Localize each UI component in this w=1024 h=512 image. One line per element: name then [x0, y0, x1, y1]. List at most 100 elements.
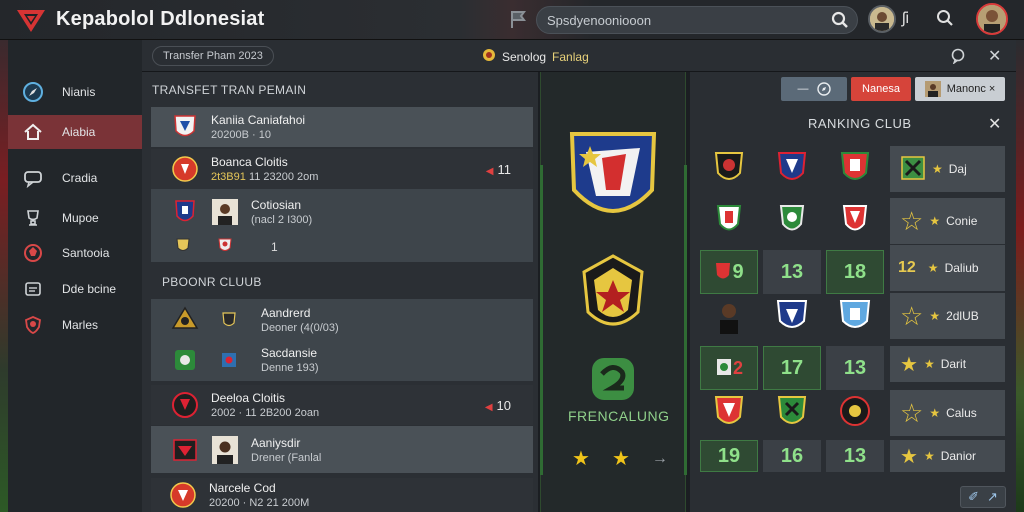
- star-icon: ★: [929, 309, 941, 323]
- club-rank-number: 18: [843, 260, 867, 283]
- club-rank-number: 2: [732, 357, 743, 378]
- club-crest-icon: [777, 152, 807, 180]
- club-cell[interactable]: [763, 390, 821, 434]
- ball-icon: [22, 242, 44, 264]
- club-name: Narcele Cod: [209, 481, 276, 495]
- compass-icon: [816, 82, 831, 96]
- club-cell[interactable]: [700, 294, 758, 338]
- star-icon: ★: [927, 261, 939, 275]
- club-cell[interactable]: [700, 146, 758, 190]
- club-cell[interactable]: [826, 294, 884, 338]
- brand-logo-icon[interactable]: [14, 3, 48, 37]
- club-cell[interactable]: 16: [763, 440, 821, 472]
- club-cell[interactable]: 2: [700, 346, 758, 390]
- player-sub: (nacl 2 I300): [251, 214, 313, 226]
- action-button[interactable]: Nanesa: [851, 77, 911, 101]
- star-icon: ★: [900, 353, 918, 376]
- list-item[interactable]: Boanca Cloitis 2t3B91 11 23200 2om ◀ 11: [151, 149, 533, 189]
- card-label: Calus: [946, 406, 977, 420]
- club-cell[interactable]: 17: [763, 346, 821, 390]
- club-cell[interactable]: [700, 198, 758, 242]
- search-input[interactable]: [547, 12, 817, 28]
- user-chip[interactable]: Manonc ×: [915, 77, 1005, 101]
- accent-bar: [540, 165, 543, 475]
- share-button[interactable]: ✐ ↗: [960, 486, 1006, 508]
- club-crest-icon: [171, 112, 199, 142]
- club-cell[interactable]: 13: [826, 440, 884, 472]
- avatar[interactable]: [868, 5, 896, 33]
- sidebar-item-marles[interactable]: Marles: [8, 308, 142, 342]
- ranking-card[interactable]: ☆ ★ Calus: [890, 390, 1005, 436]
- star-icon: ☆: [900, 205, 924, 236]
- search-bar[interactable]: [536, 6, 858, 34]
- ranking-card[interactable]: ☆ ★ Conie: [890, 198, 1005, 244]
- close-icon[interactable]: ✕: [988, 114, 1001, 134]
- main-club-crest-icon[interactable]: [566, 128, 660, 239]
- star-icon: ★: [929, 406, 941, 420]
- club-crest-icon: [779, 205, 805, 231]
- club-cell[interactable]: [826, 198, 884, 242]
- home-icon: [22, 121, 44, 143]
- list-item[interactable]: Narcele Cod 20200 · N2 21 200M: [151, 478, 533, 512]
- club-rank-number: 13: [843, 356, 867, 379]
- list-item[interactable]: Cotiosian (nacl 2 I300) 1: [151, 189, 533, 262]
- count-value: 1: [271, 239, 278, 254]
- star-icon: ★: [932, 162, 943, 176]
- star-icon: ★: [611, 448, 630, 470]
- sidebar-item-cradia[interactable]: Cradia: [8, 161, 142, 195]
- close-icon[interactable]: ✕: [988, 46, 1001, 66]
- club-cell[interactable]: 9: [700, 250, 758, 294]
- club-cell[interactable]: [826, 390, 884, 434]
- club-crest-icon: [217, 237, 233, 256]
- chat-icon: [22, 167, 44, 189]
- club-crest-icon: [777, 396, 807, 424]
- ranking-card[interactable]: ★ ★ Darit: [890, 346, 1005, 382]
- list-item[interactable]: Deeloa Cloitis 2002 · 11 2B200 2oan ◀ 10: [151, 385, 533, 425]
- ranking-card[interactable]: 12 ★ Daliub: [890, 245, 1005, 291]
- club-cell[interactable]: [763, 294, 821, 338]
- app-badge-icon[interactable]: [590, 356, 636, 405]
- filter-button[interactable]: —: [781, 77, 847, 101]
- rating-stars: ★ ★ →: [572, 446, 668, 471]
- ranking-card[interactable]: ☆ ★ 2dlUB: [890, 293, 1005, 339]
- list-item[interactable]: Kaniia Caniafahoi 20200B · 10: [151, 107, 533, 147]
- sidebar-item-aiabia[interactable]: Aiabia: [8, 115, 142, 149]
- club-sub: Denne 193): [261, 362, 319, 374]
- flag-icon[interactable]: [508, 8, 532, 32]
- club-rank-number: 9: [732, 260, 744, 283]
- sidebar-item-santooia[interactable]: Santooia: [8, 236, 142, 270]
- club-cell[interactable]: [763, 198, 821, 242]
- share-icon: ↗: [987, 489, 998, 504]
- club-cell[interactable]: [826, 146, 884, 190]
- club-crest-icon: [839, 300, 871, 328]
- club-cell[interactable]: 13: [763, 250, 821, 294]
- club-crest-icon: [171, 390, 199, 420]
- sidebar-item-nianis[interactable]: Nianis: [8, 75, 142, 109]
- club-crest-icon: [171, 154, 199, 184]
- club-cell[interactable]: [763, 146, 821, 190]
- card-icon: [22, 278, 44, 300]
- club-cell[interactable]: 18: [826, 250, 884, 294]
- user-avatar[interactable]: [976, 3, 1008, 35]
- search-icon[interactable]: [936, 9, 954, 30]
- search-icon[interactable]: [831, 11, 849, 32]
- sidebar-item-label: Cradia: [62, 171, 98, 185]
- chat-icon[interactable]: [950, 48, 966, 67]
- sidebar-item-mupoe[interactable]: Mupoe: [8, 201, 142, 235]
- top-indicator: ʃi: [902, 10, 910, 27]
- section-title-transfer: TRANSFET TRAN PEMAIN: [152, 83, 307, 97]
- ranking-card[interactable]: ★ Daj: [890, 146, 1005, 192]
- sidebar-item-dde-bcine[interactable]: Dde bcine: [8, 272, 142, 306]
- list-item[interactable]: Aaniysdir Drener (Fanlal: [151, 426, 533, 473]
- avatar: [924, 81, 941, 97]
- list-item[interactable]: Aandrerd Deoner (4(0/03) Sacdansie Denne 1…: [151, 299, 533, 381]
- secondary-club-crest-icon[interactable]: [580, 254, 646, 341]
- club-cell[interactable]: 19: [700, 440, 758, 472]
- breadcrumb[interactable]: Transfer Pham 2023: [152, 46, 274, 66]
- card-label: Conie: [946, 214, 978, 228]
- club-cell[interactable]: [700, 390, 758, 434]
- ranking-card[interactable]: ★ ★ Danior: [890, 440, 1005, 472]
- app-title: Kepabolol Ddlonesiat: [56, 8, 265, 30]
- club-cell[interactable]: 13: [826, 346, 884, 390]
- club-crest-icon: [171, 305, 199, 335]
